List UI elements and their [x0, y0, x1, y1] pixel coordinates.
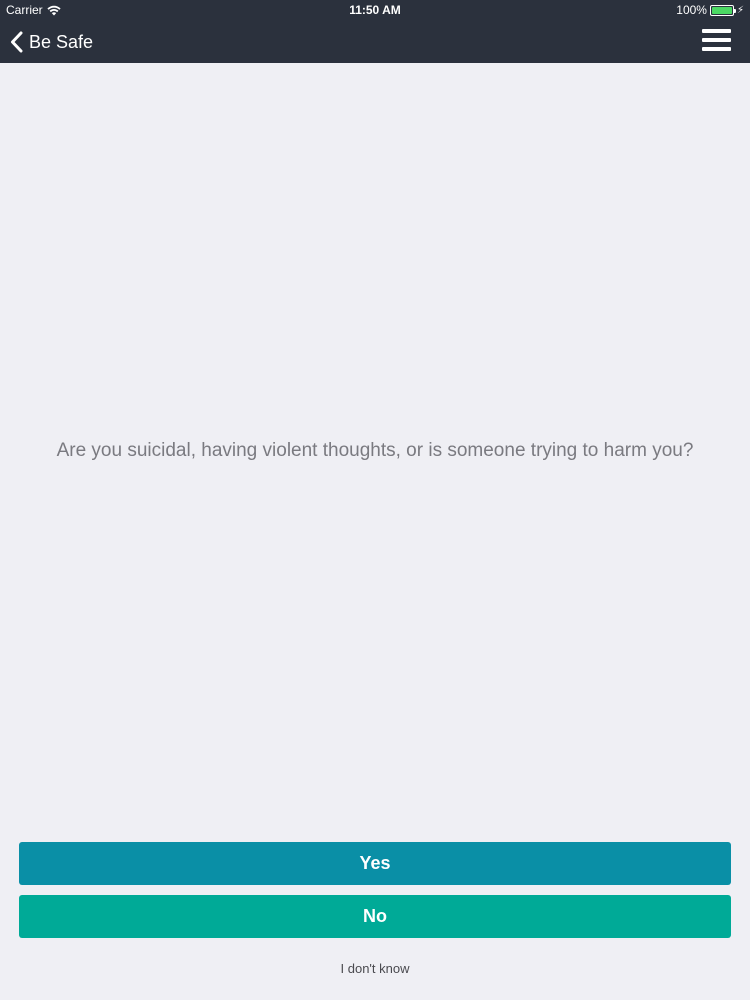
charging-bolt-icon: ⚡: [736, 4, 744, 16]
battery-icon: [709, 4, 736, 16]
status-bar: Carrier 11:50 AM 100% ⚡: [0, 0, 750, 20]
battery-fill: [711, 6, 732, 14]
battery-percent: 100%: [676, 3, 707, 17]
hamburger-menu-icon[interactable]: [702, 29, 732, 53]
dont-know-link[interactable]: I don't know: [0, 961, 750, 976]
chevron-left-icon: [10, 31, 23, 53]
question-text: Are you suicidal, having violent thought…: [56, 440, 694, 461]
back-button[interactable]: Be Safe: [10, 28, 93, 56]
yes-button[interactable]: Yes: [19, 842, 731, 885]
status-right: 100% ⚡: [676, 3, 744, 17]
no-button[interactable]: No: [19, 895, 731, 938]
back-label: Be Safe: [29, 31, 94, 52]
menu-line: [702, 47, 731, 51]
nav-bar: Be Safe: [0, 20, 750, 63]
battery-nub: [733, 8, 736, 13]
status-time: 11:50 AM: [349, 3, 401, 17]
top-bar: Carrier 11:50 AM 100% ⚡ Be Safe: [0, 0, 750, 63]
menu-line: [702, 29, 731, 33]
menu-line: [702, 38, 731, 42]
